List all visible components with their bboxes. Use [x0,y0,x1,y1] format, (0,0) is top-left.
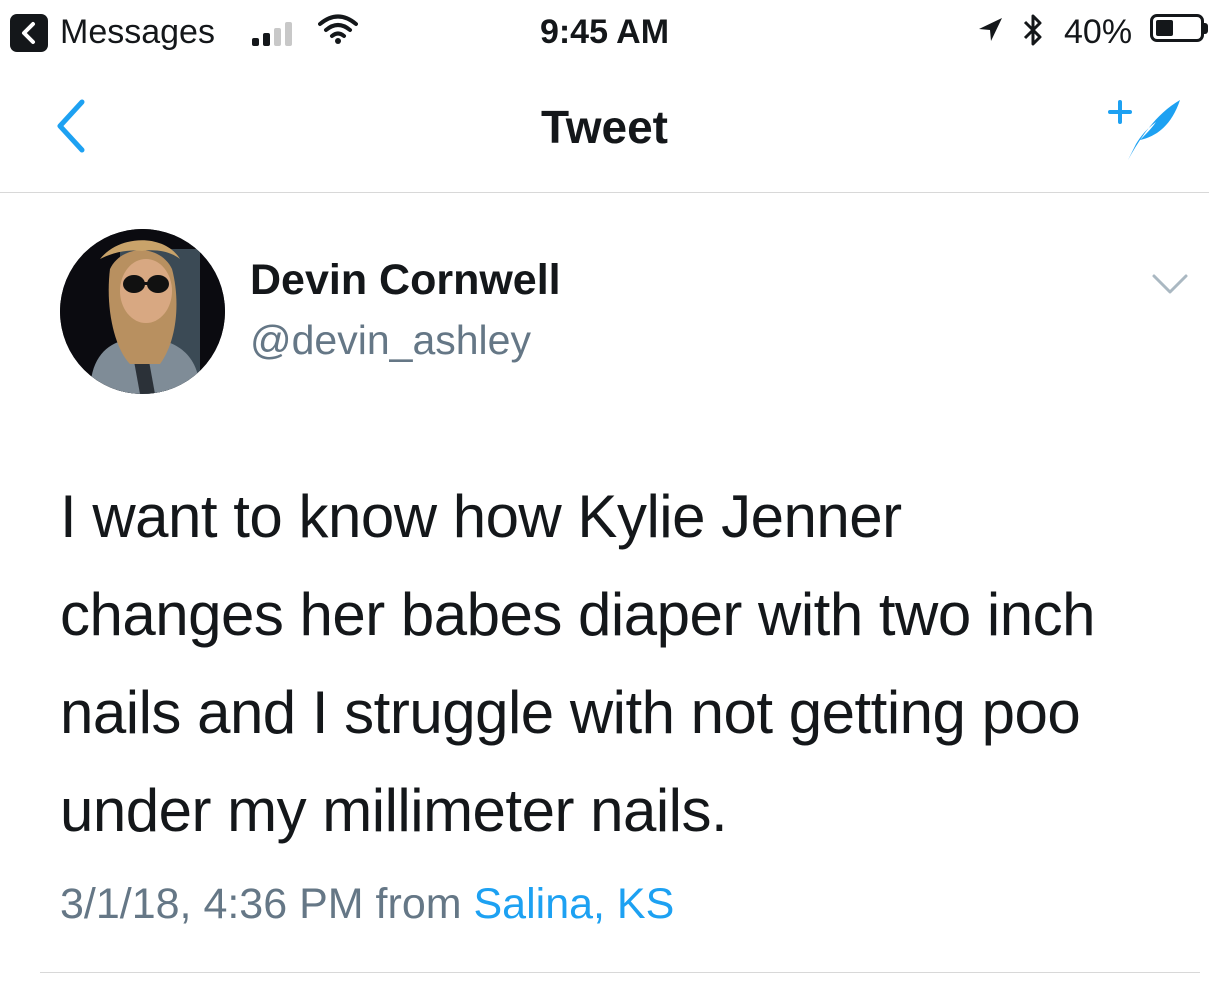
compose-tweet-icon [1108,100,1180,160]
author-name[interactable]: Devin Cornwell [250,256,561,305]
tweet-options-button[interactable] [1150,270,1190,298]
battery-cap [1203,23,1208,34]
battery-percent: 40% [1064,13,1133,51]
tweet-text-line: I want to know how Kylie Jenner [60,483,902,550]
profile-photo [60,229,225,394]
tweet-location-link[interactable]: Salina, KS [474,880,675,928]
navigation-bar: Tweet [0,62,1209,193]
bluetooth-icon [1020,13,1046,52]
tweet-timestamp: 3/1/18, 4:36 PM [60,880,364,928]
tweet-text: I want to know how Kylie Jenner changes … [60,468,1190,860]
location-arrow-icon [976,16,1004,49]
battery-icon [1150,14,1204,42]
compose-tweet-button[interactable] [1106,94,1186,166]
chevron-down-icon [1152,274,1188,294]
battery-level-fill [1156,20,1173,36]
avatar[interactable] [60,229,225,394]
tweet-text-line: under my millimeter nails. [60,777,728,844]
tweet-text-line: nails and I struggle with not getting po… [60,679,1081,746]
divider [40,972,1200,973]
tweet-text-line: changes her babes diaper with two inch [60,581,1095,648]
author-handle[interactable]: @devin_ashley [250,317,531,364]
tweet-metadata: 3/1/18, 4:36 PM from Salina, KS [60,880,674,929]
page-title: Tweet [541,101,668,153]
from-label: from [375,880,462,928]
status-bar: Messages 9:45 AM 40% [0,0,1209,62]
